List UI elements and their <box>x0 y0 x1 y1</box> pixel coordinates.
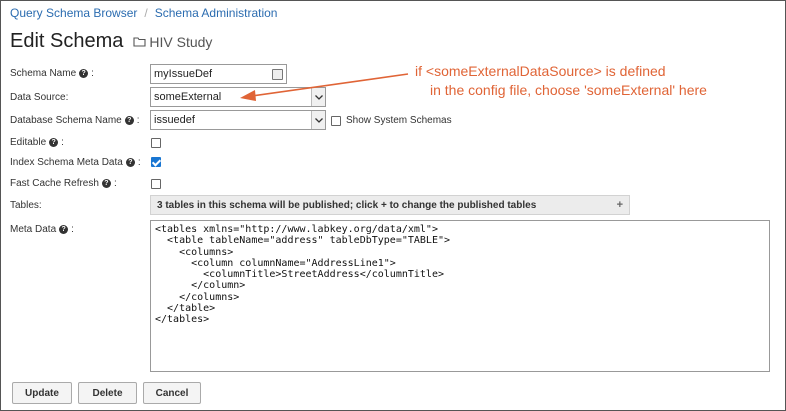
folder-name: HIV Study <box>149 33 213 50</box>
schema-name-label: Schema Name ?: <box>10 68 94 79</box>
meta-data-textarea[interactable]: <tables xmlns="http://www.labkey.org/dat… <box>150 220 770 372</box>
annotation-line-2: in the config file, choose 'someExternal… <box>430 82 707 98</box>
index-schema-meta-data-checkbox[interactable] <box>151 157 161 167</box>
help-icon[interactable]: ? <box>59 225 69 234</box>
chevron-down-icon <box>311 111 325 129</box>
breadcrumb: Query Schema Browser / Schema Administra… <box>10 6 277 20</box>
fast-cache-refresh-checkbox[interactable] <box>151 179 161 189</box>
editable-checkbox[interactable] <box>151 138 161 148</box>
tables-summary-text: 3 tables in this schema will be publishe… <box>157 199 537 211</box>
breadcrumb-query-schema-browser[interactable]: Query Schema Browser <box>10 6 137 20</box>
folder-icon <box>133 37 146 47</box>
editable-label: Editable ?: <box>10 137 64 148</box>
annotation-note: if <someExternalDataSource> is defined i… <box>415 62 755 100</box>
breadcrumb-schema-administration[interactable]: Schema Administration <box>155 6 278 20</box>
annotation-line-1: if <someExternalDataSource> is defined <box>415 63 666 79</box>
chevron-down-icon <box>311 88 325 106</box>
help-icon[interactable]: ? <box>125 158 135 167</box>
breadcrumb-separator: / <box>144 6 148 20</box>
index-schema-meta-data-label: Index Schema Meta Data ?: <box>10 157 141 168</box>
cancel-button[interactable]: Cancel <box>143 382 201 404</box>
help-icon[interactable]: ? <box>79 69 89 78</box>
meta-data-label: Meta Data ?: <box>10 224 74 235</box>
autofill-icon[interactable] <box>272 68 283 80</box>
help-icon[interactable]: ? <box>101 179 111 188</box>
page-title-block: Edit Schema HIV Study <box>10 30 212 53</box>
help-icon[interactable]: ? <box>49 138 59 147</box>
update-button[interactable]: Update <box>12 382 72 404</box>
delete-button[interactable]: Delete <box>78 382 137 404</box>
expand-tables-icon[interactable]: + <box>617 199 623 211</box>
data-source-label: Data Source: <box>10 92 69 103</box>
page-title: Edit Schema <box>10 30 124 52</box>
help-icon[interactable]: ? <box>124 116 134 125</box>
tables-summary-bar[interactable]: 3 tables in this schema will be publishe… <box>150 195 630 215</box>
show-system-schemas-label: Show System Schemas <box>346 115 452 126</box>
fast-cache-refresh-label: Fast Cache Refresh ?: <box>10 178 117 189</box>
folder-indicator: HIV Study <box>133 34 212 50</box>
database-schema-name-label: Database Schema Name ?: <box>10 115 140 126</box>
schema-name-input[interactable]: myIssueDef <box>150 64 287 84</box>
tables-label: Tables: <box>10 200 42 211</box>
data-source-select[interactable]: someExternal <box>150 87 326 107</box>
show-system-schemas-checkbox[interactable] <box>331 116 341 126</box>
database-schema-name-select[interactable]: issuedef <box>150 110 326 130</box>
